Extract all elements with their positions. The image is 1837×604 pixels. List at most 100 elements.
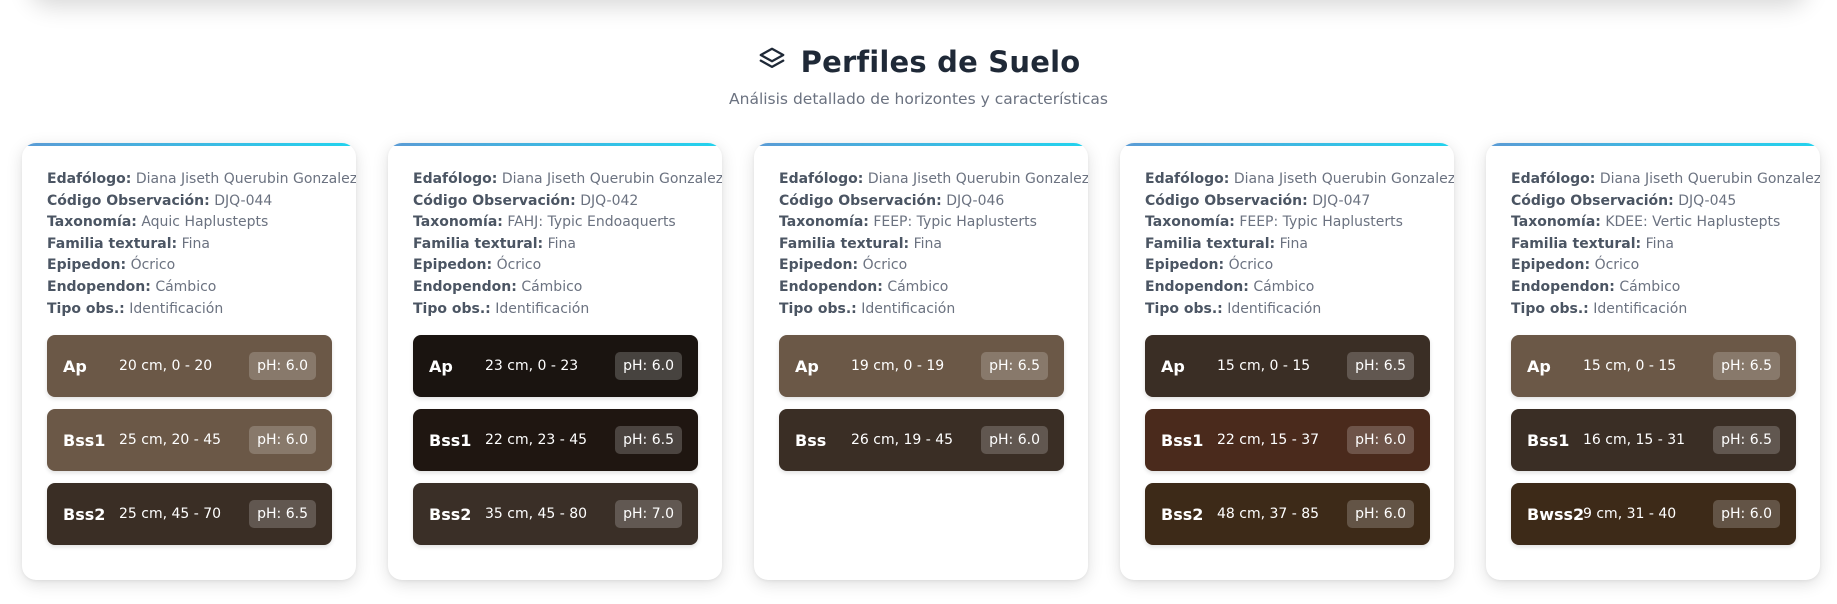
horizon-row[interactable]: Bss1 22 cm, 23 - 45 pH: 6.5 xyxy=(413,409,698,472)
meta-label: Código Observación: xyxy=(47,192,210,209)
horizon-row[interactable]: Bss1 16 cm, 15 - 31 pH: 6.5 xyxy=(1511,409,1796,472)
horizon-depth: 22 cm, 23 - 45 xyxy=(485,432,588,449)
meta-value: Identificación xyxy=(495,300,590,317)
title-row: Perfiles de Suelo xyxy=(0,42,1837,82)
meta-value: DJQ-044 xyxy=(214,192,273,209)
meta-value: Fina xyxy=(547,235,576,252)
profile-card[interactable]: Edafólogo: Diana Jiseth Querubin Gonzale… xyxy=(1486,143,1820,580)
profile-card[interactable]: Edafólogo: Diana Jiseth Querubin Gonzale… xyxy=(22,143,356,580)
meta-epipedon: Epipedon: Ócrico xyxy=(1511,255,1796,277)
meta-value: Identificación xyxy=(861,300,956,317)
meta-value: Fina xyxy=(1645,235,1674,252)
profile-card[interactable]: Edafólogo: Diana Jiseth Querubin Gonzale… xyxy=(1120,143,1454,580)
meta-label: Epipedon: xyxy=(47,257,127,274)
meta-taxonomia: Taxonomía: Aquic Haplustepts xyxy=(47,212,332,234)
horizon-name: Bss2 xyxy=(429,504,472,524)
horizon-row[interactable]: Ap 20 cm, 0 - 20 pH: 6.0 xyxy=(47,335,332,398)
meta-value: Cámbico xyxy=(887,278,949,295)
meta-tipo: Tipo obs.: Identificación xyxy=(413,299,698,321)
meta-edafologo: Edafólogo: Diana Jiseth Querubin Gonzale… xyxy=(47,169,356,191)
meta-tipo: Tipo obs.: Identificación xyxy=(1511,299,1796,321)
meta-value: Identificación xyxy=(129,300,224,317)
meta-label: Familia textural: xyxy=(1145,235,1276,252)
meta-value: FEEP: Typic Haplusterts xyxy=(873,214,1037,231)
meta-value: Fina xyxy=(181,235,210,252)
horizon-name: Ap xyxy=(1527,356,1551,376)
meta-epipedon: Epipedon: Ócrico xyxy=(779,255,1064,277)
meta-taxonomia: Taxonomía: FEEP: Typic Haplusterts xyxy=(1145,212,1430,234)
meta-value: DJQ-042 xyxy=(580,192,639,209)
meta-value: DJQ-046 xyxy=(946,192,1005,209)
horizon-depth: 48 cm, 37 - 85 xyxy=(1217,506,1320,523)
horizon-row[interactable]: Bss2 25 cm, 45 - 70 pH: 6.5 xyxy=(47,483,332,546)
ph-badge: pH: 6.5 xyxy=(249,500,316,529)
horizon-row[interactable]: Bss 26 cm, 19 - 45 pH: 6.0 xyxy=(779,409,1064,472)
page-subtitle: Análisis detallado de horizontes y carac… xyxy=(729,90,1108,108)
ph-badge: pH: 6.5 xyxy=(1713,352,1780,381)
horizon-name: Bss2 xyxy=(63,504,106,524)
meta-familia: Familia textural: Fina xyxy=(1511,234,1796,256)
meta-familia: Familia textural: Fina xyxy=(779,234,1064,256)
meta-value: Ócrico xyxy=(496,257,542,274)
meta-value: Aquic Haplustepts xyxy=(141,214,269,231)
meta-tipo: Tipo obs.: Identificación xyxy=(1145,299,1430,321)
meta-label: Familia textural: xyxy=(47,235,178,252)
meta-endopedon: Endopendon: Cámbico xyxy=(47,277,332,299)
meta-epipedon: Epipedon: Ócrico xyxy=(47,255,332,277)
page-title: Perfiles de Suelo xyxy=(800,45,1081,79)
horizon-row[interactable]: Bss1 25 cm, 20 - 45 pH: 6.0 xyxy=(47,409,332,472)
meta-epipedon: Epipedon: Ócrico xyxy=(1145,255,1430,277)
meta-taxonomia: Taxonomía: FEEP: Typic Haplusterts xyxy=(779,212,1064,234)
meta-label: Familia textural: xyxy=(413,235,544,252)
profile-card[interactable]: Edafólogo: Diana Jiseth Querubin Gonzale… xyxy=(388,143,722,580)
horizon-name: Bwss2 xyxy=(1527,504,1585,524)
horizon-depth: 16 cm, 15 - 31 xyxy=(1583,432,1686,449)
horizon-depth: 23 cm, 0 - 23 xyxy=(485,358,579,375)
meta-value: Cámbico xyxy=(1253,278,1315,295)
meta-value: Identificación xyxy=(1593,300,1688,317)
meta-label: Tipo obs.: xyxy=(413,300,491,317)
horizon-row[interactable]: Ap 19 cm, 0 - 19 pH: 6.5 xyxy=(779,335,1064,398)
ph-badge: pH: 6.5 xyxy=(615,426,682,455)
meta-value: Fina xyxy=(913,235,942,252)
meta-value: Diana Jiseth Querubin Gonzalez xyxy=(135,171,356,187)
meta-edafologo: Edafólogo: Diana Jiseth Querubin Gonzale… xyxy=(1511,169,1820,191)
horizon-row[interactable]: Bss2 48 cm, 37 - 85 pH: 6.0 xyxy=(1145,483,1430,546)
meta-label: Taxonomía: xyxy=(413,214,503,231)
ph-badge: pH: 6.0 xyxy=(981,426,1048,455)
horizon-depth: 25 cm, 20 - 45 xyxy=(119,432,222,449)
horizon-list: Ap 15 cm, 0 - 15 pH: 6.5 Bss1 22 cm, 15 - 37… xyxy=(1145,335,1430,546)
ph-badge: pH: 7.0 xyxy=(615,500,682,529)
ph-badge: pH: 6.0 xyxy=(1347,500,1414,529)
horizon-depth: 35 cm, 45 - 80 xyxy=(485,506,588,523)
horizon-row[interactable]: Ap 15 cm, 0 - 15 pH: 6.5 xyxy=(1511,335,1796,398)
horizon-row[interactable]: Ap 15 cm, 0 - 15 pH: 6.5 xyxy=(1145,335,1430,398)
meta-label: Familia textural: xyxy=(1511,235,1642,252)
meta-edafologo: Edafólogo: Diana Jiseth Querubin Gonzale… xyxy=(1145,169,1454,191)
meta-endopedon: Endopendon: Cámbico xyxy=(1145,277,1430,299)
meta-value: Diana Jiseth Querubin Gonzalez xyxy=(1599,171,1820,187)
profile-card[interactable]: Edafólogo: Diana Jiseth Querubin Gonzale… xyxy=(754,143,1088,580)
profile-cards: Edafólogo: Diana Jiseth Querubin Gonzale… xyxy=(22,143,1820,580)
horizon-depth: 19 cm, 0 - 19 xyxy=(851,358,945,375)
meta-label: Código Observación: xyxy=(1145,192,1308,209)
meta-label: Familia textural: xyxy=(779,235,910,252)
meta-value: Diana Jiseth Querubin Gonzalez xyxy=(501,171,722,187)
horizon-name: Ap xyxy=(429,356,453,376)
horizon-row[interactable]: Bss1 22 cm, 15 - 37 pH: 6.0 xyxy=(1145,409,1430,472)
meta-value: Cámbico xyxy=(521,278,583,295)
horizon-name: Bss1 xyxy=(1527,430,1570,450)
horizon-row[interactable]: Ap 23 cm, 0 - 23 pH: 6.0 xyxy=(413,335,698,398)
meta-value: Cámbico xyxy=(1619,278,1681,295)
meta-familia: Familia textural: Fina xyxy=(47,234,332,256)
horizon-list: Ap 23 cm, 0 - 23 pH: 6.0 Bss1 22 cm, 23 - 45… xyxy=(413,335,698,546)
meta-endopedon: Endopendon: Cámbico xyxy=(413,277,698,299)
meta-codigo: Código Observación: DJQ-042 xyxy=(413,191,698,213)
horizon-row[interactable]: Bss2 35 cm, 45 - 80 pH: 7.0 xyxy=(413,483,698,546)
meta-taxonomia: Taxonomía: KDEE: Vertic Haplustepts xyxy=(1511,212,1796,234)
meta-label: Epipedon: xyxy=(779,257,859,274)
meta-label: Endopendon: xyxy=(413,278,517,295)
meta-label: Taxonomía: xyxy=(779,214,869,231)
horizon-row[interactable]: Bwss2 9 cm, 31 - 40 pH: 6.0 xyxy=(1511,483,1796,546)
meta-codigo: Código Observación: DJQ-045 xyxy=(1511,191,1796,213)
